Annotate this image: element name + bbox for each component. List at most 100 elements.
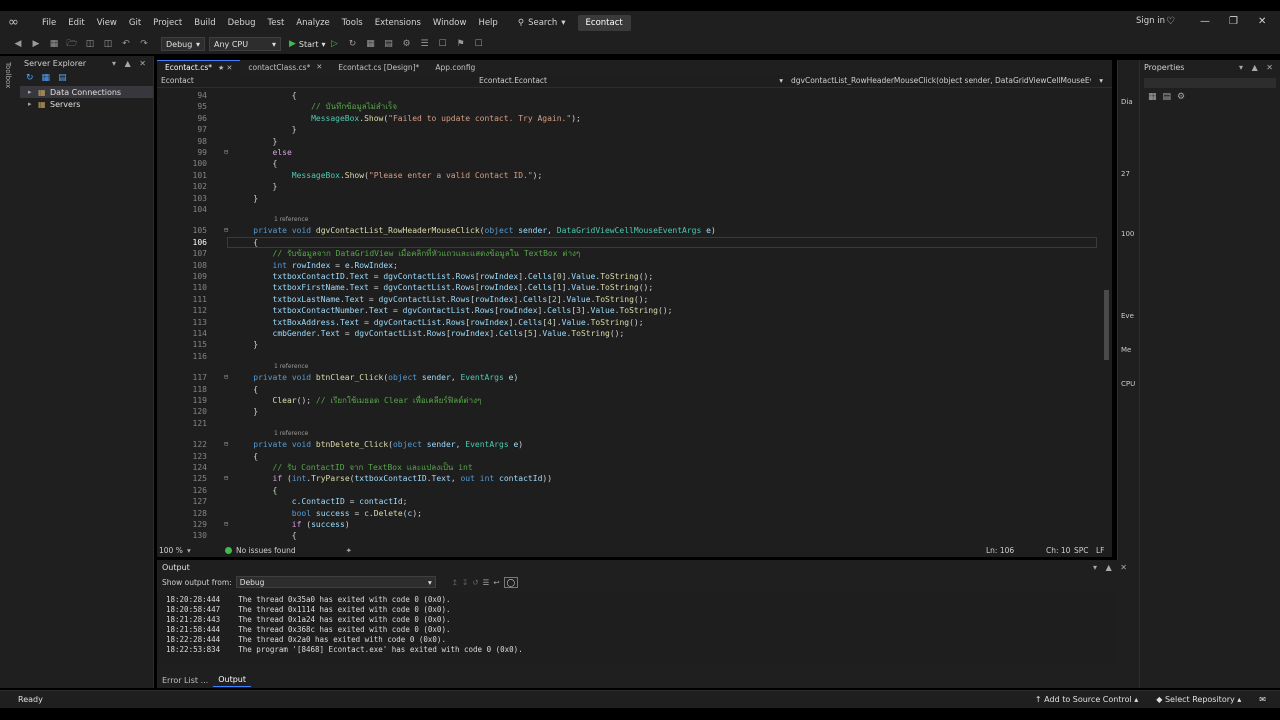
connect-database-icon[interactable]: ▦ [42,73,51,83]
menu-file[interactable]: File [36,18,62,28]
open-file-icon[interactable]: 🗁 [66,39,78,49]
code-line[interactable]: 94 { [157,90,1097,101]
menu-tools[interactable]: Tools [336,18,369,28]
save-icon[interactable]: ◫ [84,39,96,49]
bookmark-icon[interactable]: ⚑ [454,39,466,49]
code-line[interactable]: 98 } [157,136,1097,147]
code-line[interactable]: 109 txtboxContactID.Text = dgvContactLis… [157,271,1097,282]
issues-status[interactable]: No issues found [236,546,296,555]
code-line[interactable]: 114 cmbGender.Text = dgvContactList.Rows… [157,328,1097,339]
configuration-select[interactable]: Debug ▾ [161,37,205,51]
output-source-select[interactable]: Debug ▾ [235,576,436,588]
code-line[interactable]: 103 } [157,193,1097,204]
start-button[interactable]: ▶ Start ▾ [289,39,325,49]
code-line[interactable]: 126 { [157,485,1097,496]
zoom-level[interactable]: 100 % [157,546,187,555]
code-line[interactable]: 111 txtboxLastName.Text = dgvContactList… [157,294,1097,305]
code-line[interactable]: 130 { [157,530,1097,541]
toggle-scroll-icon[interactable]: ◯ [503,576,519,588]
new-project-icon[interactable]: ▦ [48,39,60,49]
connect-server-icon[interactable]: ▤ [58,73,67,83]
collapse-icon[interactable]: ⊟ [224,519,228,530]
close-window-icon[interactable]: ✕ [1258,16,1266,27]
code-line[interactable]: 95 // บันทึกข้อมูลไม่สำเร็จ [157,101,1097,112]
reference-codelens[interactable]: 1 reference [274,216,308,223]
categorized-icon[interactable]: ▦ [1148,92,1157,102]
navigate-back-icon[interactable]: ◀ [12,39,24,49]
code-line[interactable]: 123 { [157,451,1097,462]
collapse-icon[interactable]: ⊟ [224,372,228,383]
editor-vertical-scrollbar[interactable] [1102,90,1112,542]
class-dropdown[interactable]: Econtact.Econtact ▾ [475,76,787,85]
navigate-forward-icon[interactable]: ▶ [30,39,42,49]
close-tab-icon[interactable]: ✕ [316,63,322,71]
code-line[interactable]: 107 // รับข้อมูลจาก DataGridView เมื่อคล… [157,248,1097,259]
diagnostic-tools-tab[interactable]: Dia [1121,98,1133,106]
code-line[interactable]: 116 [157,351,1097,362]
notifications-icon[interactable]: ✉ [1259,695,1266,704]
menu-help[interactable]: Help [472,18,503,28]
refresh-icon[interactable]: ↻ [346,39,358,49]
cpu-tab[interactable]: CPU [1121,380,1135,388]
visual-studio-logo-icon[interactable]: ∞ [8,15,26,30]
output-tab[interactable]: Error List ... [157,673,213,687]
code-line[interactable]: 101 MessageBox.Show("Please enter a vali… [157,170,1097,181]
clear-all-icon[interactable]: ☰ [483,578,490,587]
restore-icon[interactable]: ❐ [1229,16,1238,27]
editor-tab[interactable]: App.config [427,60,483,74]
editor-tab[interactable]: contactClass.cs* ✕ [240,60,330,74]
code-line[interactable]: 106 { [157,237,1097,248]
panel-controls[interactable]: ▾ ▲ ✕ [1093,563,1130,572]
code-line[interactable]: 104 [157,204,1097,215]
menu-build[interactable]: Build [188,18,221,28]
close-tab-icon[interactable]: ★ ✕ [218,64,232,72]
output-tab[interactable]: Output [213,673,251,687]
tree-item-data-connections[interactable]: ▸ ▦ Data Connections [20,86,153,98]
line-ending[interactable]: LF [1096,546,1112,555]
code-line[interactable]: 124 // รับ ContactID จาก TextBox และแปลง… [157,462,1097,473]
code-line[interactable]: 96 MessageBox.Show("Failed to update con… [157,113,1097,124]
minimize-icon[interactable]: — [1200,16,1210,27]
code-line[interactable]: 108 int rowIndex = e.RowIndex; [157,260,1097,271]
select-repository-button[interactable]: ◆ Select Repository ▴ [1156,695,1241,704]
menu-git[interactable]: Git [123,18,147,28]
code-line[interactable]: 117 ⊟ private void btnClear_Click(object … [157,372,1097,383]
alphabetical-icon[interactable]: ▤ [1163,92,1172,102]
toolbar-tool-icon[interactable]: ☐ [472,39,484,49]
code-line[interactable]: 97 } [157,124,1097,135]
collapse-icon[interactable]: ⊟ [224,439,228,450]
toolbar-tool-icon[interactable]: ☐ [436,39,448,49]
member-dropdown[interactable]: dgvContactList_RowHeaderMouseClick(objec… [787,76,1107,85]
menu-project[interactable]: Project [147,18,188,28]
code-line[interactable]: 121 [157,418,1097,429]
panel-controls[interactable]: ▾ ▲ ✕ [112,59,149,68]
menu-analyze[interactable]: Analyze [290,18,336,28]
property-pages-icon[interactable]: ⚙ [1177,92,1185,102]
reference-codelens[interactable]: 1 reference [274,363,308,370]
menu-extensions[interactable]: Extensions [369,18,427,28]
tree-item-servers[interactable]: ▸ ▦ Servers [20,98,153,110]
code-line[interactable]: 122 ⊟ private void btnDelete_Click(object… [157,439,1097,450]
code-line[interactable]: 105 ⊟ private void dgvContactList_RowHead… [157,225,1097,236]
toolbar-tool-icon[interactable]: ☰ [418,39,430,49]
sign-in-link[interactable]: Sign in [1136,16,1165,26]
collapse-icon[interactable]: ⊟ [224,225,228,236]
editor-tab[interactable]: Econtact.cs* ★ ✕ [157,60,241,74]
solution-name-badge[interactable]: Econtact [577,14,631,31]
code-line[interactable]: 118 { [157,384,1097,395]
code-line[interactable]: 113 txtBoxAddress.Text = dgvContactList.… [157,317,1097,328]
redo-icon[interactable]: ↷ [138,39,150,49]
add-source-control-button[interactable]: ↑ Add to Source Control ▴ [1035,695,1138,704]
account-icon[interactable]: ♡ [1166,16,1175,27]
scroll-thumb[interactable] [1104,290,1109,360]
code-line[interactable]: 100 { [157,158,1097,169]
object-selector[interactable] [1144,78,1276,88]
panel-controls[interactable]: ▾ ▲ ✕ [1239,63,1276,72]
find-previous-icon[interactable]: ↥ [452,578,458,587]
code-line[interactable]: 110 txtboxFirstName.Text = dgvContactLis… [157,282,1097,293]
code-line[interactable]: 125 ⊟ if (int.TryParse(txtboxContactID.Te… [157,473,1097,484]
menu-window[interactable]: Window [427,18,473,28]
code-line[interactable]: 129 ⊟ if (success) [157,519,1097,530]
expand-icon[interactable]: ▸ [28,88,38,96]
platform-select[interactable]: Any CPU ▾ [209,37,281,51]
